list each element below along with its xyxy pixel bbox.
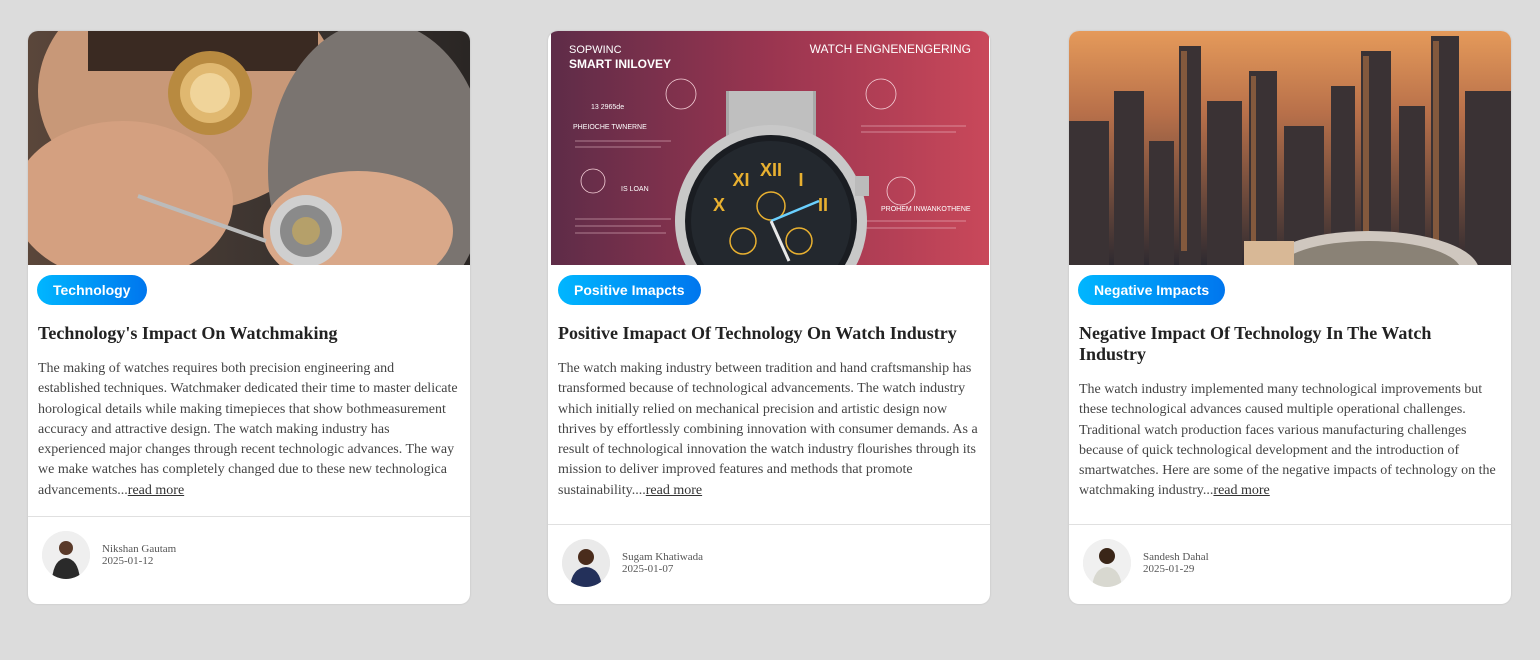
author-name: Sandesh Dahal: [1143, 551, 1209, 563]
svg-text:X: X: [713, 195, 725, 215]
author-info: Nikshan Gautam 2025-01-12: [42, 531, 176, 579]
watch-infographic[interactable]: SOPWINC SMART INILOVEY WATCH ENGNENENGER…: [551, 31, 989, 265]
read-more-link[interactable]: read more: [128, 483, 184, 498]
svg-text:II: II: [818, 195, 828, 215]
svg-text:XII: XII: [760, 160, 782, 180]
blog-card-negative-impacts[interactable]: Negative Impacts Negative Impact Of Tech…: [1069, 31, 1511, 604]
city-watch-photo[interactable]: [1069, 31, 1511, 265]
author-meta: Sandesh Dahal 2025-01-29: [1143, 551, 1209, 575]
description-text: The watch making industry between tradit…: [558, 361, 978, 498]
card-description: The watch industry implemented many tech…: [1079, 380, 1499, 502]
card-description: The making of watches requires both prec…: [38, 359, 458, 501]
watchmaker-photo[interactable]: [28, 31, 470, 265]
svg-text:XI: XI: [732, 170, 749, 190]
description-text: The making of watches requires both prec…: [38, 361, 458, 498]
avatar: [42, 531, 90, 579]
avatar: [1083, 539, 1131, 587]
svg-text:I: I: [798, 170, 803, 190]
card-description: The watch making industry between tradit…: [558, 359, 978, 501]
author-info: Sugam Khatiwada 2025-01-07: [562, 539, 703, 587]
description-text: The watch industry implemented many tech…: [1079, 382, 1496, 499]
post-date: 2025-01-07: [622, 563, 674, 575]
card-title[interactable]: Positive Imapact Of Technology On Watch …: [558, 323, 970, 344]
divider: [1069, 524, 1511, 525]
category-tag[interactable]: Negative Impacts: [1078, 275, 1226, 305]
avatar: [562, 539, 610, 587]
infographic-heading: SOPWINC: [569, 44, 622, 56]
card-title[interactable]: Negative Impact Of Technology In The Wat…: [1079, 323, 1491, 365]
infographic-label: IS LOAN: [621, 186, 649, 193]
divider: [28, 516, 470, 517]
infographic-label: PROHEM INWANKOTHENE: [881, 206, 971, 213]
category-tag[interactable]: Technology: [37, 275, 147, 305]
card-title[interactable]: Technology's Impact On Watchmaking: [38, 323, 450, 344]
infographic-heading: SMART INILOVEY: [569, 57, 671, 71]
divider: [548, 524, 990, 525]
infographic-label: 13 2965de: [591, 104, 624, 111]
blog-card-technology[interactable]: Technology Technology's Impact On Watchm…: [28, 31, 470, 604]
author-name: Nikshan Gautam: [102, 543, 177, 555]
author-info: Sandesh Dahal 2025-01-29: [1083, 539, 1209, 587]
author-name: Sugam Khatiwada: [622, 551, 703, 563]
author-meta: Nikshan Gautam 2025-01-12: [102, 543, 176, 567]
read-more-link[interactable]: read more: [646, 483, 702, 498]
author-meta: Sugam Khatiwada 2025-01-07: [622, 551, 703, 575]
post-date: 2025-01-12: [102, 555, 154, 567]
infographic-heading: WATCH ENGNENENGERING: [810, 42, 971, 56]
category-tag[interactable]: Positive Imapcts: [558, 275, 701, 305]
infographic-label: PHEIOCHE TWNERNE: [573, 124, 647, 131]
read-more-link[interactable]: read more: [1213, 483, 1269, 498]
blog-card-positive-impacts[interactable]: SOPWINC SMART INILOVEY WATCH ENGNENENGER…: [548, 31, 990, 604]
post-date: 2025-01-29: [1143, 563, 1195, 575]
